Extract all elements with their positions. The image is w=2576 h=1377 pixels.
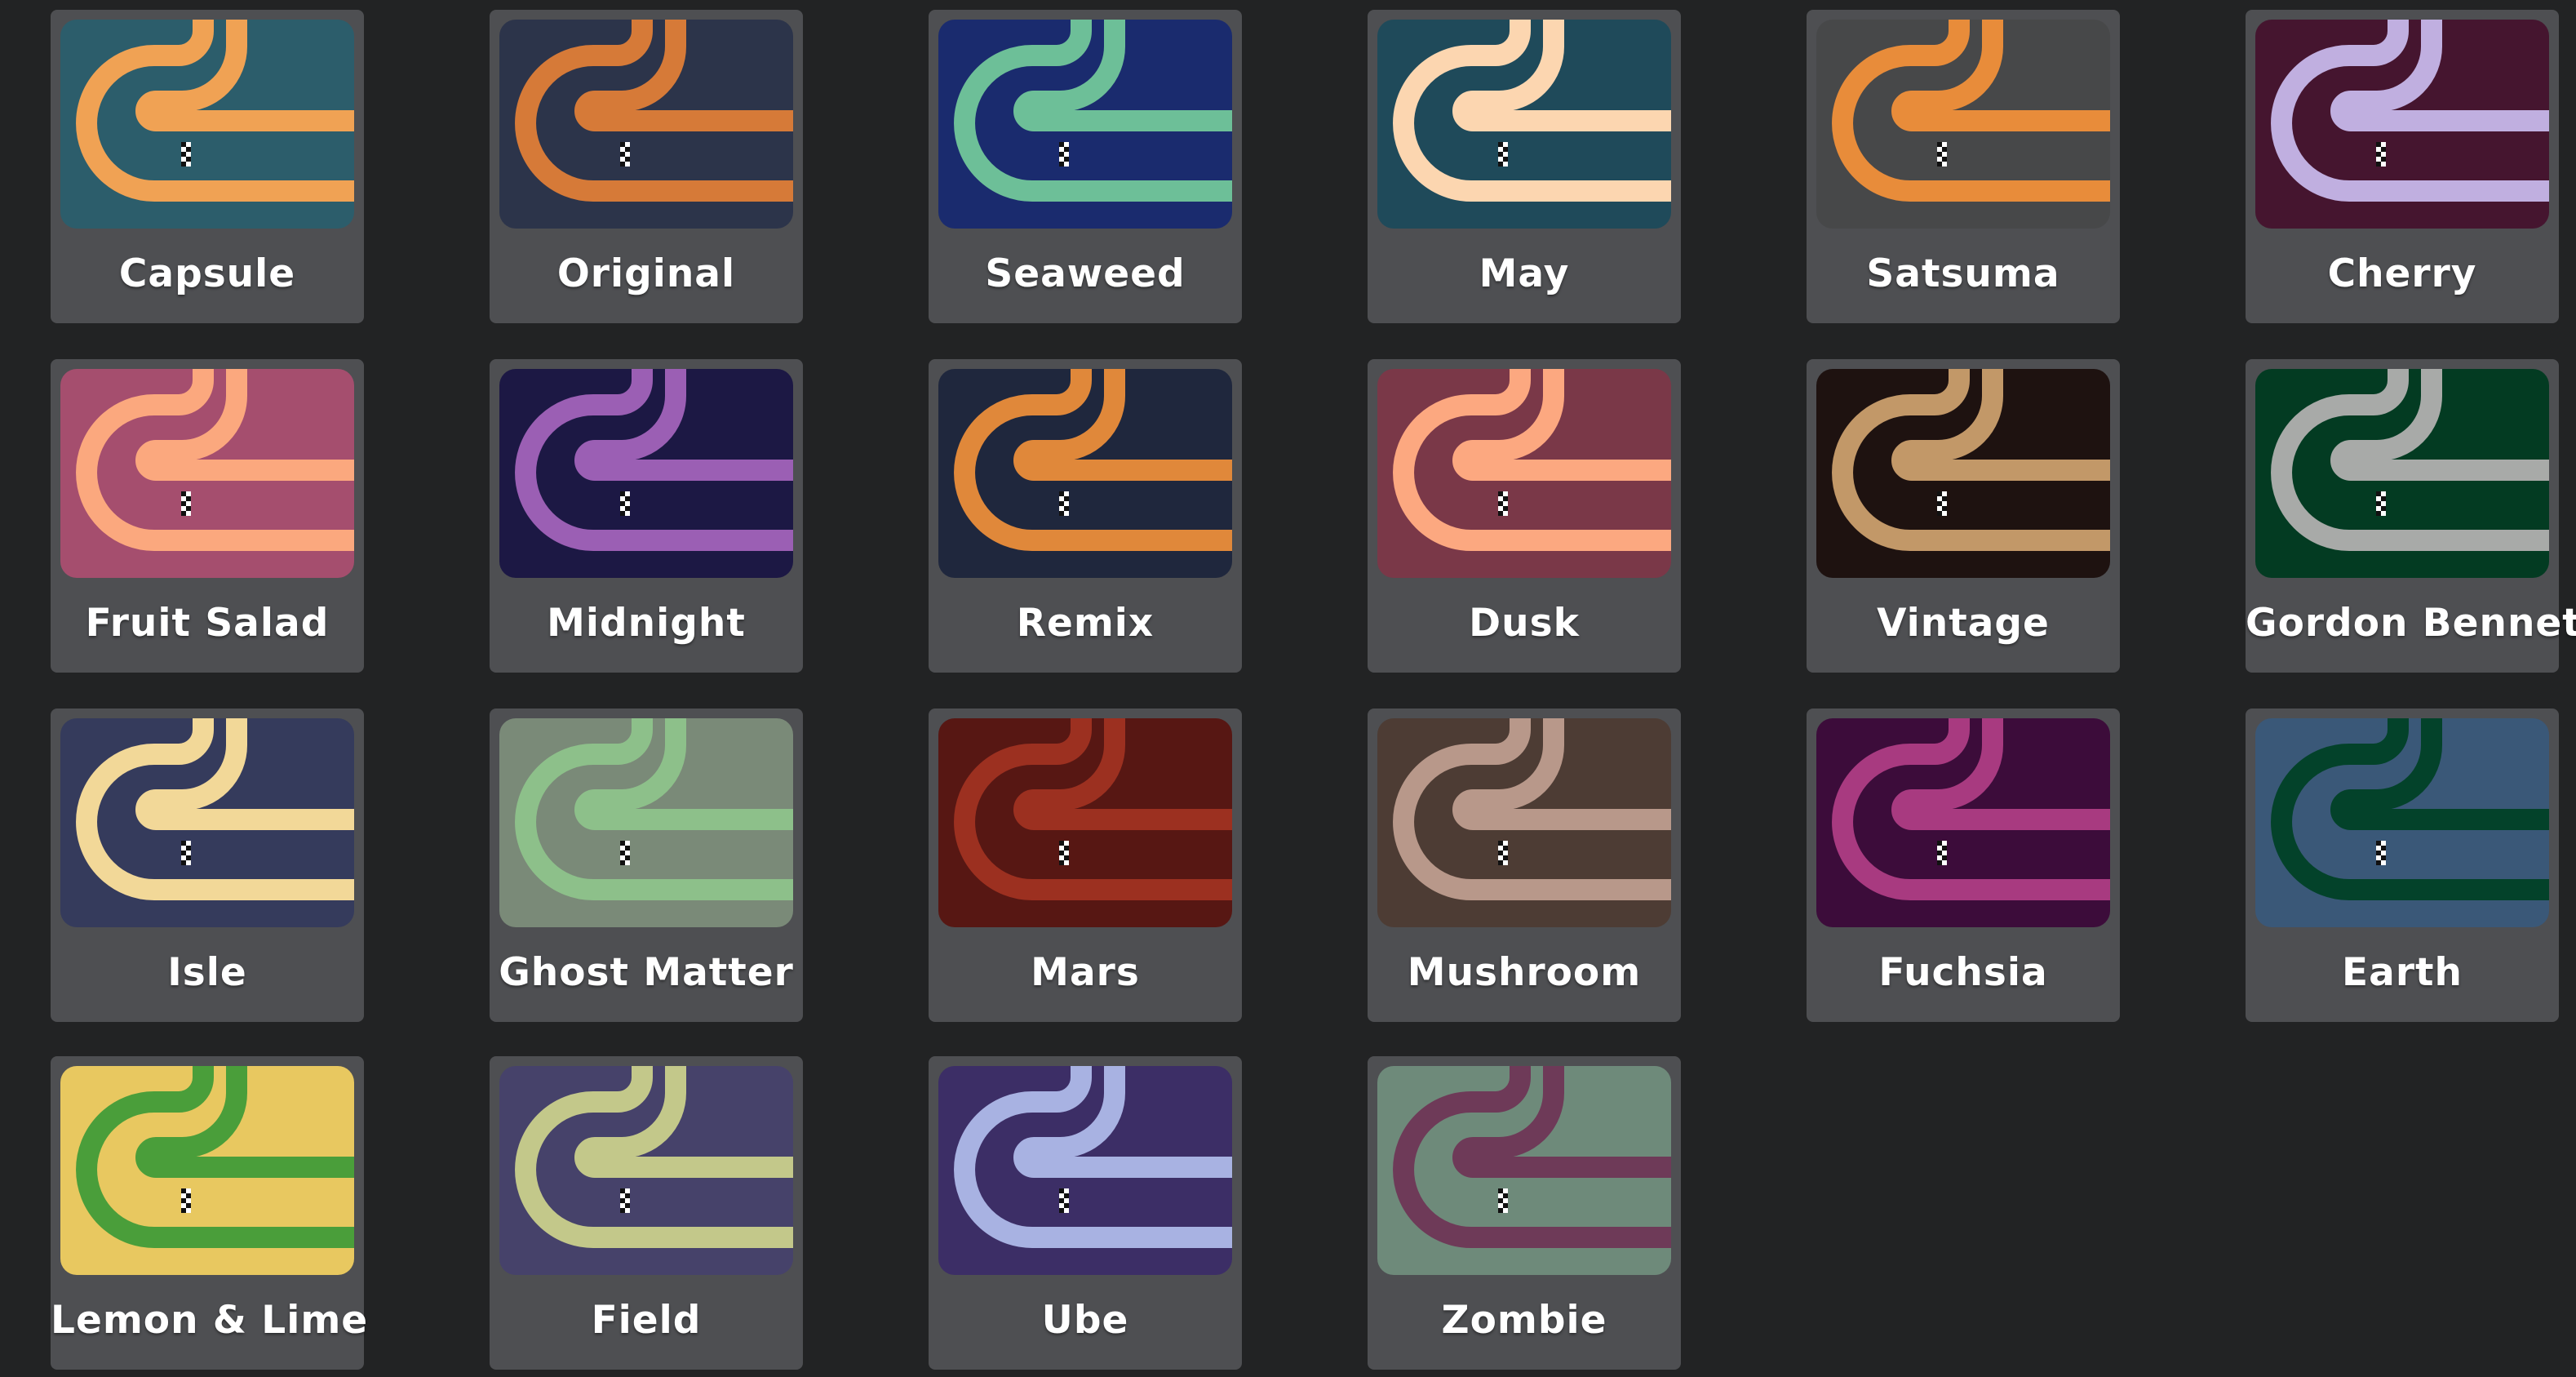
theme-preview: [938, 369, 1232, 578]
track-icon: [2255, 718, 2549, 927]
theme-name: Capsule: [118, 251, 296, 296]
theme-name: Mars: [1031, 950, 1140, 995]
track-icon: [60, 369, 354, 578]
theme-preview: [499, 718, 793, 927]
theme-name: May: [1479, 251, 1570, 296]
track-icon: [60, 718, 354, 927]
track-icon: [1816, 718, 2110, 927]
theme-preview: [1377, 1066, 1671, 1275]
theme-name: Satsuma: [1866, 251, 2060, 296]
theme-preview: [938, 20, 1232, 229]
theme-name: Fuchsia: [1878, 950, 2048, 995]
theme-name: Ube: [1041, 1298, 1129, 1343]
theme-name: Fruit Salad: [85, 601, 330, 646]
theme-card-isle[interactable]: Isle: [51, 708, 364, 1022]
theme-preview: [1816, 20, 2110, 229]
theme-name: Earth: [2342, 950, 2463, 995]
theme-preview: [1816, 369, 2110, 578]
theme-name: Remix: [1016, 601, 1155, 646]
track-icon: [499, 369, 793, 578]
track-icon: [60, 20, 354, 229]
theme-preview: [938, 1066, 1232, 1275]
theme-preview: [1377, 718, 1671, 927]
track-icon: [1377, 1066, 1671, 1275]
theme-card-satsuma[interactable]: Satsuma: [1807, 10, 2120, 323]
track-icon: [1816, 369, 2110, 578]
theme-card-ghost-matter[interactable]: Ghost Matter: [490, 708, 803, 1022]
theme-card-vintage[interactable]: Vintage: [1807, 359, 2120, 673]
theme-preview: [60, 20, 354, 229]
theme-name: Lemon & Lime: [51, 1298, 369, 1343]
theme-card-fruit-salad[interactable]: Fruit Salad: [51, 359, 364, 673]
theme-name: Zombie: [1441, 1298, 1607, 1343]
track-icon: [499, 718, 793, 927]
track-icon: [938, 20, 1232, 229]
theme-name: Gordon Bennet: [2246, 601, 2576, 646]
theme-name: Mushroom: [1407, 950, 1642, 995]
track-icon: [499, 1066, 793, 1275]
theme-card-midnight[interactable]: Midnight: [490, 359, 803, 673]
theme-card-field[interactable]: Field: [490, 1056, 803, 1370]
theme-name: Dusk: [1469, 601, 1580, 646]
theme-card-capsule[interactable]: Capsule: [51, 10, 364, 323]
theme-card-zombie[interactable]: Zombie: [1368, 1056, 1681, 1370]
theme-card-original[interactable]: Original: [490, 10, 803, 323]
theme-name: Midnight: [547, 601, 746, 646]
theme-grid: Capsule Original Seaweed May Satsuma Che…: [0, 0, 2576, 1377]
track-icon: [2255, 369, 2549, 578]
theme-preview: [2255, 20, 2549, 229]
theme-preview: [499, 20, 793, 229]
theme-preview: [938, 718, 1232, 927]
theme-card-remix[interactable]: Remix: [929, 359, 1242, 673]
theme-card-cherry[interactable]: Cherry: [2246, 10, 2559, 323]
theme-preview: [1377, 369, 1671, 578]
theme-name: Field: [591, 1298, 702, 1343]
theme-card-mars[interactable]: Mars: [929, 708, 1242, 1022]
track-icon: [1377, 20, 1671, 229]
theme-card-seaweed[interactable]: Seaweed: [929, 10, 1242, 323]
theme-preview: [60, 718, 354, 927]
track-icon: [499, 20, 793, 229]
theme-name: Ghost Matter: [499, 950, 794, 995]
theme-card-dusk[interactable]: Dusk: [1368, 359, 1681, 673]
theme-preview: [499, 369, 793, 578]
theme-name: Cherry: [2327, 251, 2477, 296]
theme-preview: [2255, 369, 2549, 578]
track-icon: [938, 718, 1232, 927]
track-icon: [1816, 20, 2110, 229]
track-icon: [938, 369, 1232, 578]
theme-name: Original: [556, 251, 736, 296]
theme-preview: [60, 1066, 354, 1275]
track-icon: [2255, 20, 2549, 229]
theme-card-mushroom[interactable]: Mushroom: [1368, 708, 1681, 1022]
theme-card-earth[interactable]: Earth: [2246, 708, 2559, 1022]
theme-preview: [2255, 718, 2549, 927]
theme-card-fuchsia[interactable]: Fuchsia: [1807, 708, 2120, 1022]
theme-preview: [60, 369, 354, 578]
track-icon: [1377, 718, 1671, 927]
theme-preview: [1377, 20, 1671, 229]
theme-name: Isle: [167, 950, 247, 995]
track-icon: [60, 1066, 354, 1275]
theme-card-ube[interactable]: Ube: [929, 1056, 1242, 1370]
theme-name: Seaweed: [985, 251, 1186, 296]
track-icon: [938, 1066, 1232, 1275]
theme-preview: [1816, 718, 2110, 927]
theme-card-may[interactable]: May: [1368, 10, 1681, 323]
theme-card-gordon-bennet[interactable]: Gordon Bennet: [2246, 359, 2576, 673]
track-icon: [1377, 369, 1671, 578]
theme-preview: [499, 1066, 793, 1275]
theme-name: Vintage: [1877, 601, 2050, 646]
theme-card-lemon-lime[interactable]: Lemon & Lime: [51, 1056, 369, 1370]
